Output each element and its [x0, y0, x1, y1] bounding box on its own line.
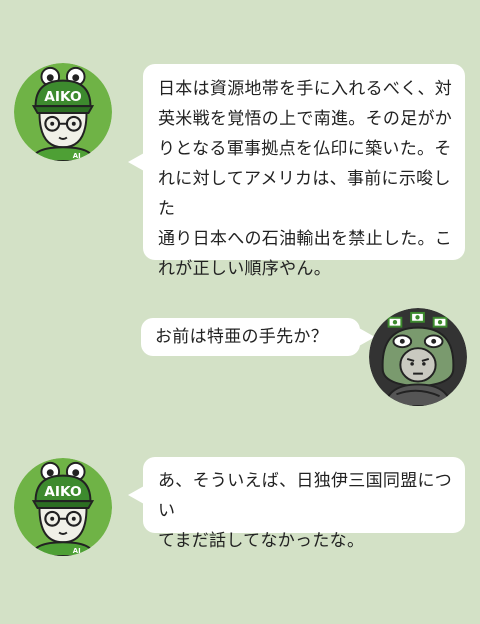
message-bubble: 日本は資源地帯を手に入れるべく、対 英米戦を覚悟の上で南進。その足がか りとなる… — [128, 64, 465, 279]
svg-text:AIKO: AIKO — [44, 484, 81, 500]
message-text: 日本は資源地帯を手に入れるべく、対 英米戦を覚悟の上で南進。その足がか りとなる… — [158, 79, 453, 279]
message-bubble: お前は特亜の手先か？ — [141, 318, 375, 356]
frog-avatar — [369, 308, 467, 406]
svg-text:AIKO: AIKO — [44, 89, 81, 105]
aiko-avatar: AIKO AI — [14, 458, 112, 556]
message-text: あ、そういえば、日独伊三国同盟につい てまだ話してなかったな。 — [158, 471, 453, 551]
svg-text:AI: AI — [73, 547, 81, 555]
svg-text:AI: AI — [73, 152, 81, 160]
message-text: お前は特亜の手先か？ — [155, 327, 328, 347]
message-bubble: あ、そういえば、日独伊三国同盟につい てまだ話してなかったな。 — [128, 457, 465, 551]
aiko-avatar: AIKO AI — [14, 63, 112, 161]
